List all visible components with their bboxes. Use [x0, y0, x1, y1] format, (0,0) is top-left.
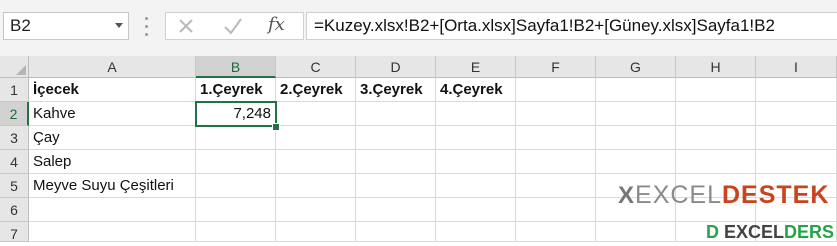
grid-cell-c2[interactable] — [276, 102, 356, 126]
watermark-small-word-1: EXCEL — [724, 222, 785, 242]
row-header-7[interactable]: 7 — [0, 222, 29, 242]
grid-cell-c5[interactable] — [276, 174, 356, 198]
watermark-word-1: EXCEL — [635, 181, 722, 209]
column-header-h[interactable]: H — [676, 56, 756, 78]
cell-e1[interactable]: 4.Çeyrek — [436, 78, 516, 102]
column-header-i[interactable]: I — [756, 56, 837, 78]
grid-cell-d3[interactable] — [356, 126, 436, 150]
row-header-2[interactable]: 2 — [0, 102, 29, 126]
column-header-d[interactable]: D — [356, 56, 436, 78]
grid-cell-d2[interactable] — [356, 102, 436, 126]
column-header-c[interactable]: C — [276, 56, 356, 78]
column-header-f[interactable]: F — [516, 56, 596, 78]
grid-cell-f4[interactable] — [516, 150, 596, 174]
grid-cell-e7[interactable] — [436, 222, 516, 242]
grid-cell-g1[interactable] — [596, 78, 676, 102]
grid-cell-d5[interactable] — [356, 174, 436, 198]
cell-d1[interactable]: 3.Çeyrek — [356, 78, 436, 102]
grid-cell-e2[interactable] — [436, 102, 516, 126]
cell-a3[interactable]: Çay — [29, 126, 196, 150]
watermark-logo: XEXCELDESTEK — [618, 181, 829, 211]
grid-cell-c6[interactable] — [276, 198, 356, 222]
grid-cell-d4[interactable] — [356, 150, 436, 174]
chevron-down-icon[interactable] — [115, 23, 123, 28]
grid-cell-e3[interactable] — [436, 126, 516, 150]
column-header-g[interactable]: G — [596, 56, 676, 78]
grid-cell-h2[interactable] — [676, 102, 756, 126]
grid-cell-g7[interactable] — [596, 222, 676, 242]
grid-cell-g4[interactable] — [596, 150, 676, 174]
column-header-b[interactable]: B — [196, 56, 276, 78]
grid-cell-c4[interactable] — [276, 150, 356, 174]
grid-cell-b6[interactable] — [196, 198, 276, 222]
grid-cell-f7[interactable] — [516, 222, 596, 242]
watermark-small-mark: D — [706, 222, 719, 242]
name-box[interactable]: B2 — [3, 12, 129, 40]
row-header-4[interactable]: 4 — [0, 150, 29, 174]
cell-a4[interactable]: Salep — [29, 150, 196, 174]
function-icon[interactable]: fx — [268, 14, 285, 35]
grid-cell-i2[interactable] — [756, 102, 837, 126]
grid-cell-g3[interactable] — [596, 126, 676, 150]
name-box-value: B2 — [10, 16, 31, 35]
grid-cell-b5[interactable] — [196, 174, 276, 198]
grid-cell-h3[interactable] — [676, 126, 756, 150]
grid-cell-f3[interactable] — [516, 126, 596, 150]
formula-buttons: fx — [165, 12, 304, 40]
grid-cell-h1[interactable] — [676, 78, 756, 102]
row-header-3[interactable]: 3 — [0, 126, 29, 150]
watermark-logo-small: D EXCELDERS — [706, 222, 834, 242]
spreadsheet-grid: A B C D E F G H I 1 2 3 4 5 6 7 İçecek 1… — [0, 56, 837, 242]
cell-a5[interactable]: Meyve Suyu Çeşitleri — [29, 174, 196, 198]
grid-cell-f1[interactable] — [516, 78, 596, 102]
watermark-word-2: DESTEK — [722, 181, 830, 209]
grid-cell-c7[interactable] — [276, 222, 356, 242]
close-icon[interactable] — [174, 13, 214, 39]
grid-cell-h4[interactable] — [676, 150, 756, 174]
check-icon[interactable] — [220, 13, 260, 39]
grid-cell-i1[interactable] — [756, 78, 837, 102]
cell-c1[interactable]: 2.Çeyrek — [276, 78, 356, 102]
grid-cell-d6[interactable] — [356, 198, 436, 222]
row-header-5[interactable]: 5 — [0, 174, 29, 198]
watermark-mark: X — [618, 182, 636, 209]
grid-cell-f2[interactable] — [516, 102, 596, 126]
grid-cell-b4[interactable] — [196, 150, 276, 174]
watermark-small-word-2: DERS — [784, 222, 835, 242]
formula-input[interactable]: =Kuzey.xlsx!B2+[Orta.xlsx]Sayfa1!B2+[Gün… — [306, 12, 837, 40]
formula-bar: B2 fx =Kuzey.xlsx!B2+[Orta.xlsx]Sayfa1!B… — [0, 0, 837, 56]
row-header-1[interactable]: 1 — [0, 78, 29, 102]
grid-cell-a7[interactable] — [29, 222, 196, 242]
grid-cell-a6[interactable] — [29, 198, 196, 222]
drag-handle[interactable] — [145, 17, 148, 37]
grid-cell-e5[interactable] — [436, 174, 516, 198]
grid-cell-c3[interactable] — [276, 126, 356, 150]
grid-cell-i4[interactable] — [756, 150, 837, 174]
grid-cell-i3[interactable] — [756, 126, 837, 150]
select-all-button[interactable] — [0, 56, 29, 78]
grid-cell-f5[interactable] — [516, 174, 596, 198]
cell-b2[interactable]: 7,248 — [195, 101, 277, 127]
grid-cell-e4[interactable] — [436, 150, 516, 174]
cell-a2[interactable]: Kahve — [29, 102, 196, 126]
grid-cell-e6[interactable] — [436, 198, 516, 222]
column-header-e[interactable]: E — [436, 56, 516, 78]
fill-handle[interactable] — [272, 123, 280, 131]
grid-cell-b7[interactable] — [196, 222, 276, 242]
cell-a1[interactable]: İçecek — [29, 78, 196, 102]
cell-b1[interactable]: 1.Çeyrek — [196, 78, 276, 102]
grid-cell-b3[interactable] — [196, 126, 276, 150]
row-header-6[interactable]: 6 — [0, 198, 29, 222]
grid-cell-d7[interactable] — [356, 222, 436, 242]
column-header-a[interactable]: A — [29, 56, 196, 78]
grid-cell-g2[interactable] — [596, 102, 676, 126]
grid-cell-f6[interactable] — [516, 198, 596, 222]
